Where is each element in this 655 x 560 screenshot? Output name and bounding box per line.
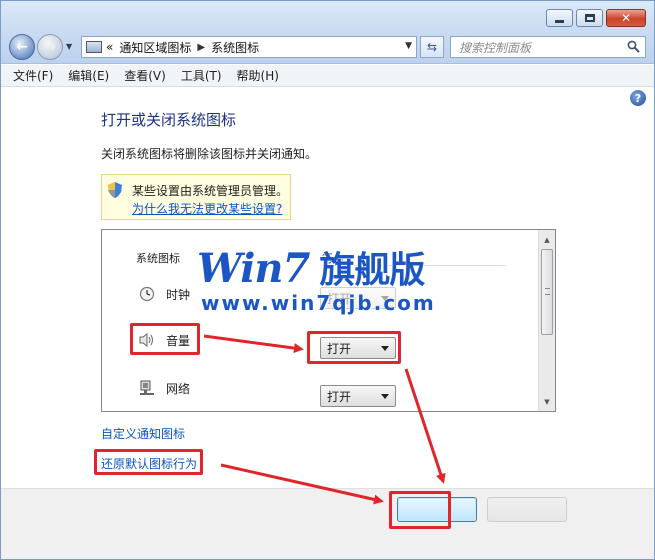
address-dropdown-icon[interactable]: ▼ xyxy=(405,41,412,51)
minimize-icon xyxy=(555,19,564,23)
list-item: 网络 xyxy=(138,376,190,400)
control-panel-window: ✕ ← → ▼ « 通知区域图标 ▶ 系统图标 ▼ ⇆ 搜索控制面板 文件(F)… xyxy=(0,0,655,560)
row-label-clock: 时钟 xyxy=(166,287,191,302)
annotation-box-volume-select xyxy=(307,331,401,364)
arrow-left-icon: ← xyxy=(16,38,28,55)
annotation-box-ok-button xyxy=(389,491,451,529)
help-icon[interactable]: ? xyxy=(630,90,646,106)
menu-tools[interactable]: 工具(T) xyxy=(181,67,222,84)
page-title: 打开或关闭系统图标 xyxy=(101,111,237,129)
annotation-box-restore-link xyxy=(94,449,203,475)
network-behavior-select[interactable]: 打开 xyxy=(320,385,396,407)
scrollbar-thumb[interactable] xyxy=(541,249,553,335)
cancel-button[interactable] xyxy=(487,497,567,522)
close-button[interactable]: ✕ xyxy=(606,9,646,27)
address-overflow[interactable]: « xyxy=(106,40,113,54)
breadcrumb-system-icons[interactable]: 系统图标 xyxy=(211,39,259,56)
network-icon xyxy=(138,379,156,397)
chevron-down-icon xyxy=(381,394,389,399)
notice-text: 某些设置由系统管理员管理。 xyxy=(132,184,289,198)
back-button[interactable]: ← xyxy=(9,33,35,60)
shield-icon xyxy=(108,182,122,198)
column-header-system-icons: 系统图标 xyxy=(136,252,180,265)
watermark-brand-text: Win7 xyxy=(197,245,310,292)
navigation-buttons: ← → ▼ xyxy=(9,33,72,60)
watermark: Win7 旗舰版 www.win7qjb.com xyxy=(197,241,437,321)
list-scrollbar[interactable]: ▲ ▼ xyxy=(538,230,555,411)
search-placeholder: 搜索控制面板 xyxy=(459,40,532,55)
control-panel-icon xyxy=(86,41,102,53)
watermark-brand: Win7 旗舰版 xyxy=(197,241,425,293)
search-icon[interactable] xyxy=(627,40,640,53)
list-item: 时钟 xyxy=(138,282,190,306)
caption-buttons: ✕ xyxy=(543,9,646,27)
grip-icon xyxy=(545,288,550,295)
why-cant-change-link[interactable]: 为什么我无法更改某些设置? xyxy=(132,200,282,217)
refresh-icon: ⇆ xyxy=(426,40,438,54)
window-chrome: ✕ ← → ▼ « 通知区域图标 ▶ 系统图标 ▼ ⇆ 搜索控制面板 xyxy=(1,1,654,64)
admin-notice: 某些设置由系统管理员管理。 为什么我无法更改某些设置? xyxy=(101,174,291,220)
page-description: 关闭系统图标将删除该图标并关闭通知。 xyxy=(101,147,318,161)
network-behavior-value: 打开 xyxy=(327,389,352,404)
forward-button[interactable]: → xyxy=(37,33,63,60)
recent-pages-dropdown-icon[interactable]: ▼ xyxy=(66,42,72,51)
close-icon: ✕ xyxy=(620,11,632,25)
watermark-url: www.win7qjb.com xyxy=(201,291,436,315)
menu-bar: 文件(F) 编辑(E) 查看(V) 工具(T) 帮助(H) xyxy=(1,65,654,87)
row-label-network: 网络 xyxy=(166,381,191,396)
address-bar[interactable]: « 通知区域图标 ▶ 系统图标 ▼ xyxy=(81,36,417,58)
refresh-button[interactable]: ⇆ xyxy=(420,36,444,58)
watermark-brand-cn: 旗舰版 xyxy=(319,250,425,291)
breadcrumb-separator-icon[interactable]: ▶ xyxy=(197,42,205,53)
menu-edit[interactable]: 编辑(E) xyxy=(68,67,109,84)
maximize-icon xyxy=(584,14,595,22)
customize-notification-icons-link[interactable]: 自定义通知图标 xyxy=(101,425,185,442)
menu-view[interactable]: 查看(V) xyxy=(124,67,166,84)
arrow-right-icon: → xyxy=(44,38,56,55)
annotation-box-volume xyxy=(130,323,200,355)
menu-file[interactable]: 文件(F) xyxy=(13,67,53,84)
scroll-down-icon[interactable]: ▼ xyxy=(539,393,555,410)
breadcrumb-notification-icons[interactable]: 通知区域图标 xyxy=(119,39,191,56)
minimize-button[interactable] xyxy=(546,9,573,27)
search-box[interactable]: 搜索控制面板 xyxy=(450,36,646,58)
scroll-up-icon[interactable]: ▲ xyxy=(539,231,555,248)
menu-help[interactable]: 帮助(H) xyxy=(237,67,279,84)
clock-icon xyxy=(138,285,156,303)
dialog-footer xyxy=(1,488,654,559)
maximize-button[interactable] xyxy=(576,9,603,27)
